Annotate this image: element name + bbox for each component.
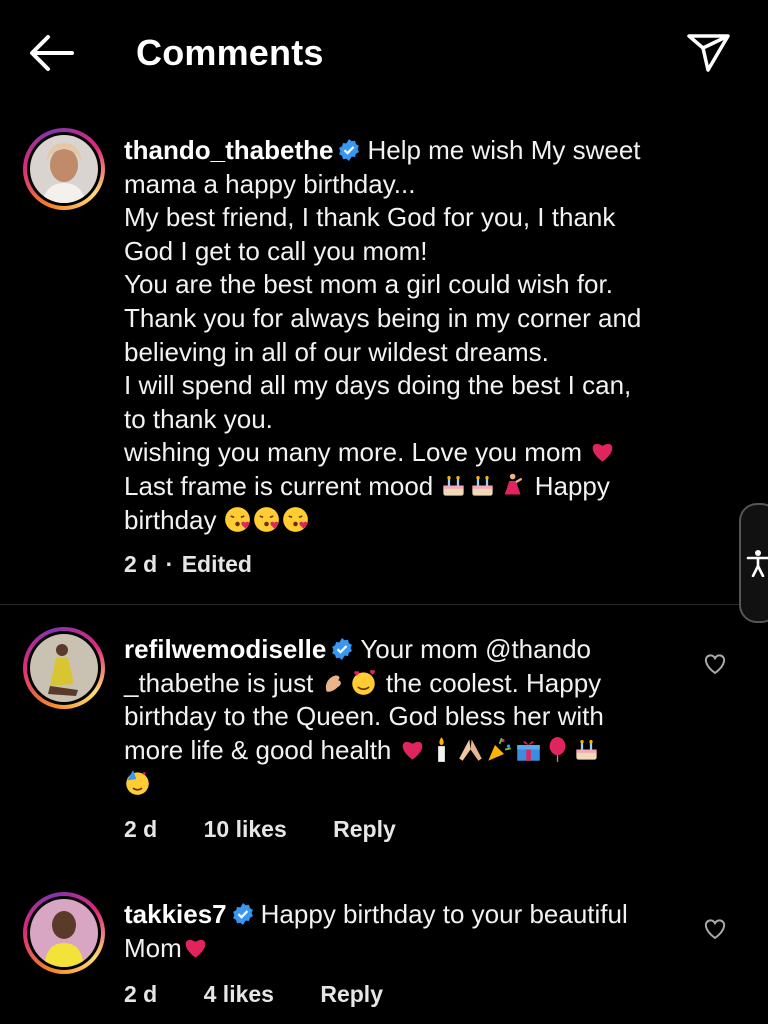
avatar-photo [30, 899, 98, 967]
page-title: Comments [136, 32, 324, 73]
comment-line: the coolest. Happy [385, 667, 602, 698]
divider [0, 604, 740, 605]
comment-username[interactable]: thando_thabethe [124, 135, 333, 165]
comment-line: more life & good health [124, 734, 392, 765]
birthday-cake-emoji-icon [576, 739, 597, 760]
avatar[interactable] [23, 627, 105, 709]
reply-button[interactable]: Reply [333, 816, 396, 843]
verified-badge-icon [332, 638, 353, 660]
folded-hands-emoji-icon [458, 739, 482, 761]
share-button[interactable] [684, 30, 732, 74]
verified-badge-icon [232, 903, 253, 925]
arrow-left-icon [30, 35, 74, 71]
face-blowing-kiss-emoji-icon [253, 506, 279, 532]
birthday-cake-emoji-icon [443, 475, 465, 496]
pinching-hand-emoji-icon [325, 675, 341, 692]
back-button[interactable] [26, 32, 76, 74]
comment-text: takkies7 Happy birthday to your beautiful… [124, 898, 694, 965]
comment-line: Mom [124, 932, 182, 963]
comment-time: 2 d [124, 981, 158, 1007]
reply-button[interactable]: Reply [320, 981, 383, 1008]
comment-line: Happy birthday to your beautiful [260, 899, 628, 929]
comment-line: God I get to call you mom! [124, 235, 428, 266]
dancer-emoji-icon [505, 473, 523, 495]
partying-face-emoji-icon [126, 770, 149, 796]
comment-line: _thabethe is just [124, 667, 314, 698]
party-popper-emoji-icon [487, 737, 511, 761]
comment-meta: 2 d · Edited [124, 551, 252, 578]
comment-line: Your mom @thando [360, 634, 591, 664]
comment-line: to thank you. [124, 403, 273, 434]
face-blowing-kiss-emoji-icon [282, 506, 308, 532]
wrapped-gift-emoji-icon [516, 741, 540, 761]
accessibility-button[interactable] [739, 503, 768, 623]
top-bar: Comments [0, 0, 768, 105]
comment-time: 2 d [124, 551, 158, 577]
birthday-cake-emoji-icon [472, 475, 494, 496]
comment-meta: 2 d 4 likes Reply [124, 981, 383, 1008]
comment-username[interactable]: refilwemodiselle [124, 634, 326, 664]
smiling-face-with-hearts-emoji-icon [351, 669, 375, 695]
face-blowing-kiss-emoji-icon [224, 506, 250, 532]
red-heart-emoji-icon [402, 741, 422, 760]
accessibility-icon [746, 550, 768, 577]
heart-outline-icon[interactable] [703, 653, 727, 675]
avatar[interactable] [23, 128, 105, 210]
comment-line: Thank you for always being in my corner … [124, 302, 642, 333]
comment-line: You are the best mom a girl could wish f… [124, 269, 613, 300]
comment-line: Happy [534, 470, 610, 501]
comment-line: Last frame is current mood [124, 470, 434, 501]
paper-plane-icon [687, 34, 730, 72]
comment-line: mama a happy birthday... [124, 168, 416, 199]
edited-label: Edited [181, 551, 252, 577]
comment-line: wishing you many more. Love you mom [124, 437, 583, 468]
comment-line: believing in all of our wildest dreams. [124, 336, 549, 367]
comment-line: I will spend all my days doing the best … [124, 370, 632, 401]
balloon-emoji-icon [549, 736, 565, 762]
avatar-photo [30, 634, 98, 702]
avatar[interactable] [23, 892, 105, 974]
comment-line: birthday [124, 504, 217, 535]
comment-meta: 2 d 10 likes Reply [124, 816, 396, 843]
candle-emoji-icon [437, 736, 445, 762]
comment-time: 2 d [124, 816, 158, 842]
red-heart-emoji-icon [185, 939, 206, 958]
comment-line: Help me wish My sweet [367, 135, 641, 165]
heart-outline-icon[interactable] [703, 918, 727, 940]
comment-username[interactable]: takkies7 [124, 899, 227, 929]
comment-text: thando_thabethe Help me wish My sweet mam… [124, 134, 694, 537]
like-count[interactable]: 10 likes [204, 816, 287, 843]
comment-text: refilwemodiselle Your mom @thando _thabet… [124, 633, 694, 801]
like-count[interactable]: 4 likes [204, 981, 274, 1008]
avatar-photo [30, 135, 98, 203]
comment-line: My best friend, I thank God for you, I t… [124, 202, 616, 233]
meta-separator: · [165, 551, 174, 577]
verified-badge-icon [339, 139, 360, 161]
red-heart-emoji-icon [593, 444, 613, 462]
comment-line: birthday to the Queen. God bless her wit… [124, 701, 604, 732]
